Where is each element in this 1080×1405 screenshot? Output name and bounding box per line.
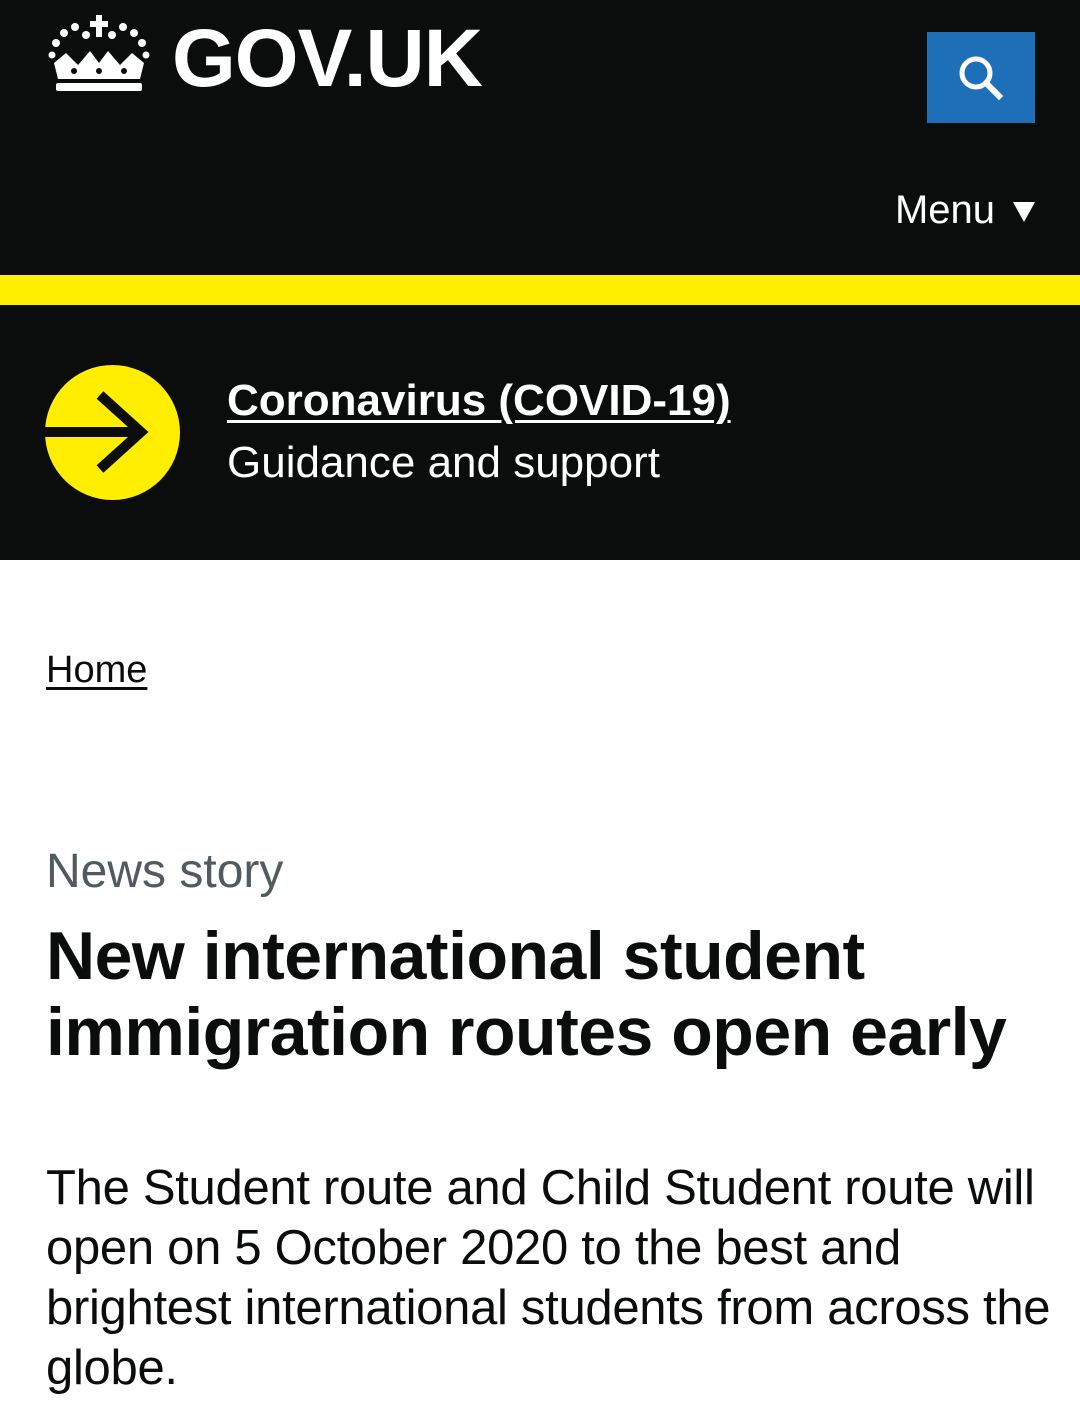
govuk-logo-link[interactable]: GOV.UK bbox=[44, 10, 483, 104]
arrow-right-icon bbox=[45, 391, 149, 473]
covid-banner-icon-circle[interactable] bbox=[45, 365, 180, 500]
crown-icon bbox=[48, 15, 150, 91]
search-button[interactable] bbox=[927, 32, 1035, 123]
covid-banner: Coronavirus (COVID-19) Guidance and supp… bbox=[0, 305, 1080, 560]
menu-button[interactable]: Menu bbox=[895, 190, 1035, 230]
page-title: New international student immigration ro… bbox=[46, 918, 1007, 1070]
menu-label: Menu bbox=[894, 188, 995, 232]
covid-guidance-link[interactable]: Coronavirus (COVID-19) bbox=[227, 376, 731, 425]
logo-text: GOV.UK bbox=[172, 13, 483, 104]
site-header: GOV.UK Menu bbox=[0, 0, 1080, 275]
lead-paragraph: The Student route and Child Student rout… bbox=[46, 1161, 1051, 1395]
search-icon bbox=[959, 56, 1004, 100]
breadcrumb-home[interactable]: Home bbox=[46, 649, 147, 692]
content-type-label: News story bbox=[46, 845, 284, 898]
header-stripe bbox=[0, 275, 1080, 305]
triangle-down-icon bbox=[1013, 202, 1035, 222]
covid-banner-subtitle: Guidance and support bbox=[227, 438, 660, 487]
